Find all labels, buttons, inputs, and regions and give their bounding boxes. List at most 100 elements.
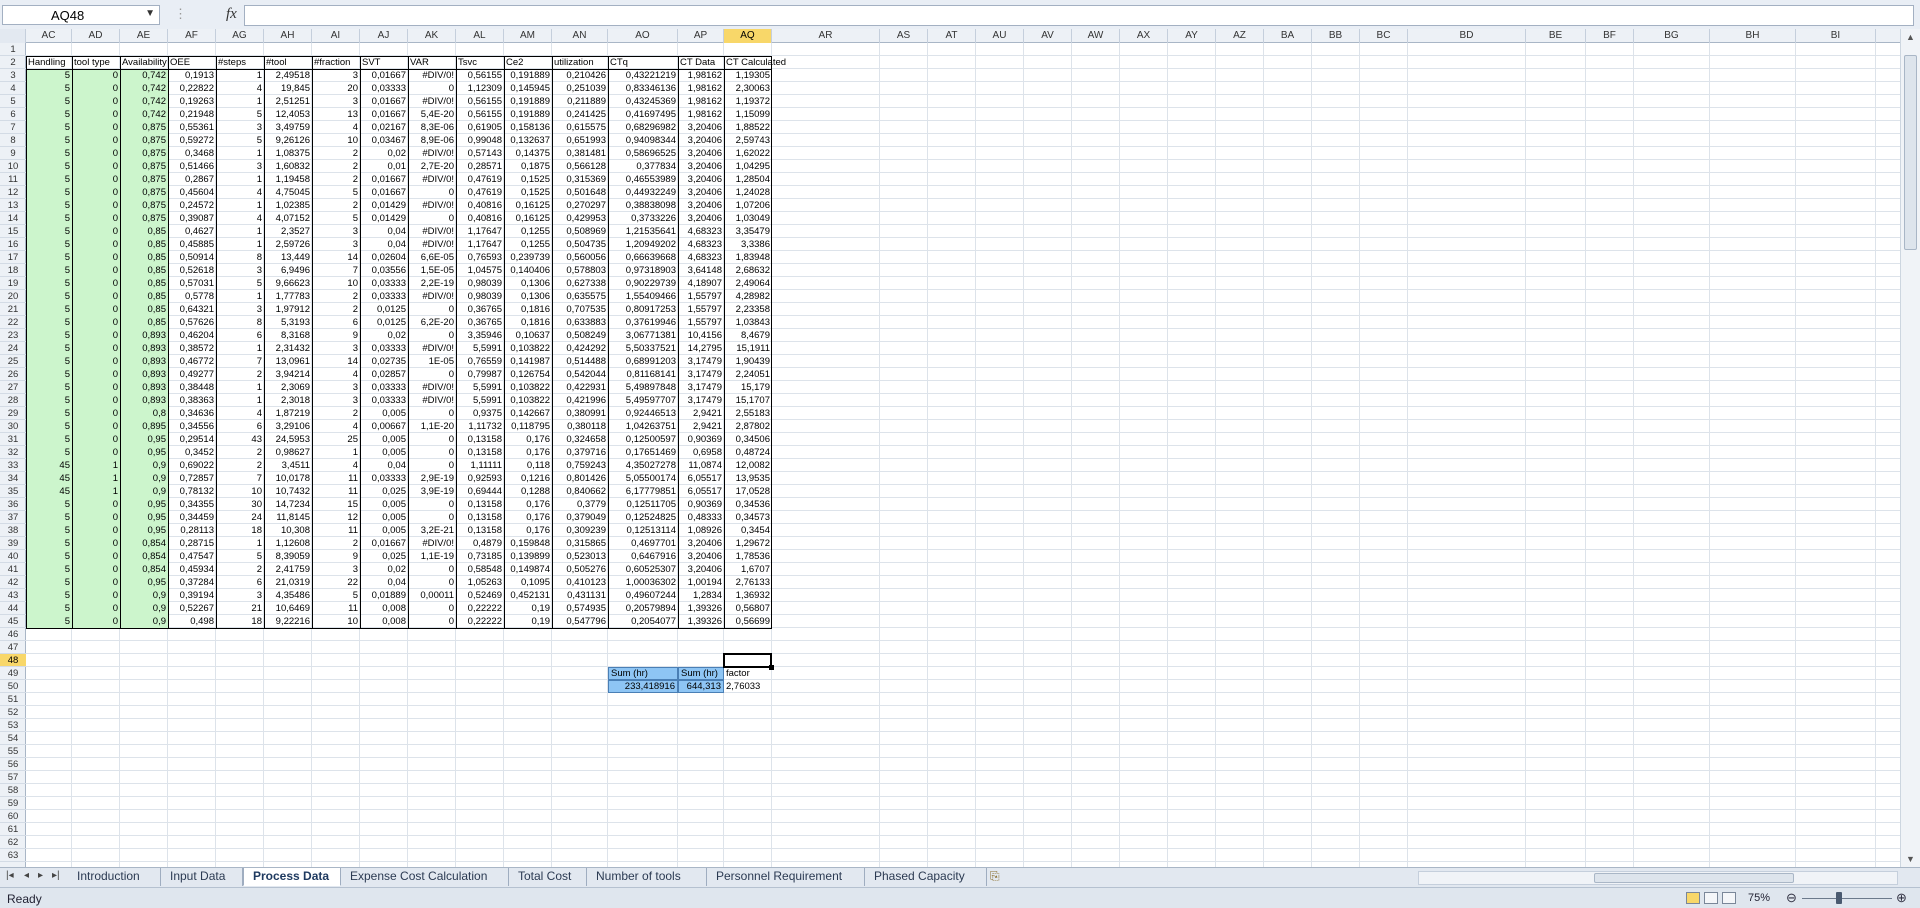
row-header-45[interactable]: 45 (0, 615, 26, 628)
table-cell[interactable]: 0,13158 (456, 498, 503, 511)
table-cell[interactable]: 2,3018 (264, 394, 311, 407)
table-cell[interactable]: 4,75045 (264, 186, 311, 199)
table-cell[interactable]: 9 (312, 329, 359, 342)
table-cell[interactable]: 0,52618 (168, 264, 215, 277)
table-cell[interactable]: 0,20579894 (608, 602, 677, 615)
row-header-19[interactable]: 19 (0, 277, 26, 290)
table-cell[interactable]: 22 (312, 576, 359, 589)
table-cell[interactable]: 0,514488 (552, 355, 607, 368)
table-cell[interactable]: 1,24028 (724, 186, 771, 199)
scroll-down-icon[interactable]: ▼ (1906, 854, 1915, 864)
table-cell[interactable]: 3 (216, 264, 263, 277)
table-cell[interactable]: 0 (72, 563, 119, 576)
table-cell[interactable]: 21,0319 (264, 576, 311, 589)
table-cell[interactable]: 17,0528 (724, 485, 771, 498)
table-cell[interactable]: 4 (312, 459, 359, 472)
table-cell[interactable]: 0,39194 (168, 589, 215, 602)
table-cell[interactable]: 0,13158 (456, 433, 503, 446)
fill-handle[interactable] (769, 665, 774, 670)
table-cell[interactable]: 3 (216, 303, 263, 316)
table-cell[interactable]: 3 (312, 563, 359, 576)
sheet-tab-phased-capacity[interactable]: Phased Capacity (865, 868, 987, 886)
row-header-28[interactable]: 28 (0, 394, 26, 407)
table-cell[interactable]: 0,854 (120, 537, 167, 550)
table-cell[interactable]: 0,01667 (360, 69, 407, 82)
table-cell[interactable]: 5 (26, 537, 71, 550)
table-cell[interactable]: 0,28715 (168, 537, 215, 550)
table-cell[interactable]: 0,118 (504, 459, 551, 472)
table-cell[interactable]: 11 (312, 602, 359, 615)
table-cell[interactable]: 5 (26, 615, 71, 628)
table-cell[interactable]: 0 (408, 82, 455, 95)
table-cell[interactable]: 0,239739 (504, 251, 551, 264)
sheet-tab-number-of-tools[interactable]: Number of tools (587, 868, 707, 886)
table-cell[interactable]: 1 (72, 472, 119, 485)
table-cell[interactable]: 8 (216, 316, 263, 329)
table-cell[interactable]: 0,51466 (168, 160, 215, 173)
table-cell[interactable]: 9 (312, 550, 359, 563)
header-cell[interactable]: VAR (409, 56, 456, 69)
table-cell[interactable]: 0,02857 (360, 368, 407, 381)
table-cell[interactable]: 0,16125 (504, 212, 551, 225)
table-cell[interactable]: 0,840662 (552, 485, 607, 498)
table-cell[interactable]: 5 (26, 394, 71, 407)
table-cell[interactable]: 3 (216, 589, 263, 602)
header-cell[interactable]: utilization (553, 56, 608, 69)
table-cell[interactable]: 4,18907 (678, 277, 723, 290)
row-header-10[interactable]: 10 (0, 160, 26, 173)
zoom-slider-knob[interactable] (1836, 892, 1842, 904)
table-cell[interactable]: #DIV/0! (408, 95, 455, 108)
column-header-al[interactable]: AL (456, 29, 504, 43)
table-cell[interactable]: 8,3168 (264, 329, 311, 342)
table-cell[interactable]: 0,501648 (552, 186, 607, 199)
table-cell[interactable]: 1,5E-05 (408, 264, 455, 277)
table-cell[interactable]: 2 (216, 446, 263, 459)
table-cell[interactable]: 6 (312, 316, 359, 329)
table-cell[interactable]: 0 (72, 82, 119, 95)
table-cell[interactable]: 5 (26, 316, 71, 329)
table-cell[interactable]: 0,759243 (552, 459, 607, 472)
table-cell[interactable]: 0 (72, 368, 119, 381)
name-box[interactable]: AQ48 ▼ (2, 5, 160, 25)
table-cell[interactable]: 5 (26, 550, 71, 563)
table-cell[interactable]: 2,30063 (724, 82, 771, 95)
column-header-az[interactable]: AZ (1216, 29, 1264, 43)
table-cell[interactable]: 0,98039 (456, 290, 503, 303)
table-cell[interactable]: 45 (26, 472, 71, 485)
table-cell[interactable]: 0,651993 (552, 134, 607, 147)
table-cell[interactable]: 1,87219 (264, 407, 311, 420)
table-cell[interactable]: 3 (312, 225, 359, 238)
table-cell[interactable]: #DIV/0! (408, 199, 455, 212)
table-cell[interactable]: 0,380118 (552, 420, 607, 433)
table-cell[interactable]: 5 (26, 108, 71, 121)
column-header-bi[interactable]: BI (1796, 29, 1876, 43)
table-cell[interactable]: 0,103822 (504, 381, 551, 394)
table-cell[interactable]: 0,01429 (360, 199, 407, 212)
table-cell[interactable]: 0,85 (120, 264, 167, 277)
table-cell[interactable]: 0,01667 (360, 537, 407, 550)
table-cell[interactable]: 11 (312, 524, 359, 537)
table-cell[interactable]: 20 (312, 82, 359, 95)
table-cell[interactable]: 0,9375 (456, 407, 503, 420)
table-cell[interactable]: 5 (312, 589, 359, 602)
table-cell[interactable]: 0,574935 (552, 602, 607, 615)
table-cell[interactable]: 0,542044 (552, 368, 607, 381)
last-sheet-icon[interactable]: ▸| (52, 870, 60, 881)
table-cell[interactable]: 5 (26, 173, 71, 186)
table-cell[interactable]: 0,57626 (168, 316, 215, 329)
table-cell[interactable]: 0,5778 (168, 290, 215, 303)
table-cell[interactable]: 0,21948 (168, 108, 215, 121)
table-cell[interactable]: 0,95 (120, 511, 167, 524)
table-cell[interactable]: 11,0874 (678, 459, 723, 472)
table-cell[interactable]: 5 (216, 277, 263, 290)
table-cell[interactable]: 1 (216, 381, 263, 394)
table-cell[interactable]: 0 (408, 602, 455, 615)
row-header-25[interactable]: 25 (0, 355, 26, 368)
table-cell[interactable]: 0,508969 (552, 225, 607, 238)
table-cell[interactable]: 1,19458 (264, 173, 311, 186)
table-cell[interactable]: 2,59726 (264, 238, 311, 251)
table-cell[interactable]: 1,83948 (724, 251, 771, 264)
table-cell[interactable]: 0,57031 (168, 277, 215, 290)
table-cell[interactable]: 0,315865 (552, 537, 607, 550)
table-cell[interactable]: 0 (72, 433, 119, 446)
